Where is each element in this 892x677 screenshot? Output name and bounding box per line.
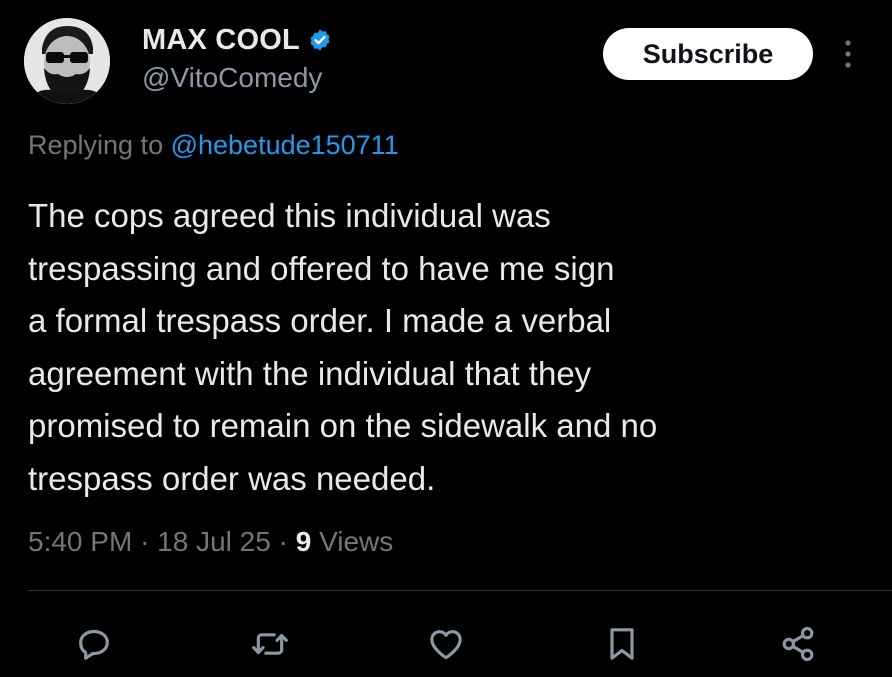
meta-separator: ·	[278, 526, 288, 557]
tweet-text-line: trespassing and offered to have me sign	[28, 249, 615, 287]
bookmark-icon	[610, 628, 634, 660]
replying-to-label: Replying to	[28, 130, 171, 160]
author-name-row: MAX COOL	[142, 22, 332, 58]
like-button[interactable]	[424, 622, 468, 666]
avatar-image	[24, 18, 110, 104]
bookmark-button[interactable]	[600, 622, 644, 666]
more-options-icon[interactable]	[840, 38, 856, 70]
replying-to-handle[interactable]: @hebetude150711	[171, 130, 399, 160]
tweet-text-line: promised to remain on the sidewalk and n…	[28, 407, 658, 444]
verified-badge-icon	[310, 29, 330, 51]
tweet-time[interactable]: 5:40 PM	[28, 526, 132, 557]
retweet-icon	[252, 633, 288, 655]
share-icon	[782, 626, 814, 662]
tweet-text-line: a formal trespass order. I made a verbal	[28, 302, 612, 339]
tweet-text: The cops agreed this individual was tres…	[28, 190, 868, 505]
views-count: 9	[295, 526, 312, 557]
tweet-text-line: trespass order was needed.	[28, 459, 436, 497]
subscribe-button[interactable]: Subscribe	[603, 28, 813, 80]
views-label: Views	[319, 526, 394, 557]
share-button[interactable]	[776, 622, 820, 666]
tweet-text-line: The cops agreed this individual was	[28, 197, 551, 234]
author-handle[interactable]: @VitoComedy	[142, 62, 322, 94]
retweet-button[interactable]	[248, 622, 292, 666]
meta-separator: ·	[140, 526, 150, 557]
tweet-metadata: 5:40 PM · 18 Jul 25 · 9 Views	[28, 526, 393, 558]
tweet: MAX COOL @VitoComedy Subscribe Replying …	[0, 0, 892, 677]
tweet-date[interactable]: 18 Jul 25	[157, 526, 271, 557]
divider	[28, 590, 892, 591]
reply-button[interactable]	[72, 622, 116, 666]
display-name[interactable]: MAX COOL	[142, 24, 300, 57]
tweet-text-line: agreement with the individual that they	[28, 354, 592, 392]
reply-icon	[79, 629, 109, 660]
like-icon	[430, 630, 462, 660]
avatar[interactable]	[24, 18, 110, 104]
replying-to: Replying to @hebetude150711	[28, 130, 399, 161]
